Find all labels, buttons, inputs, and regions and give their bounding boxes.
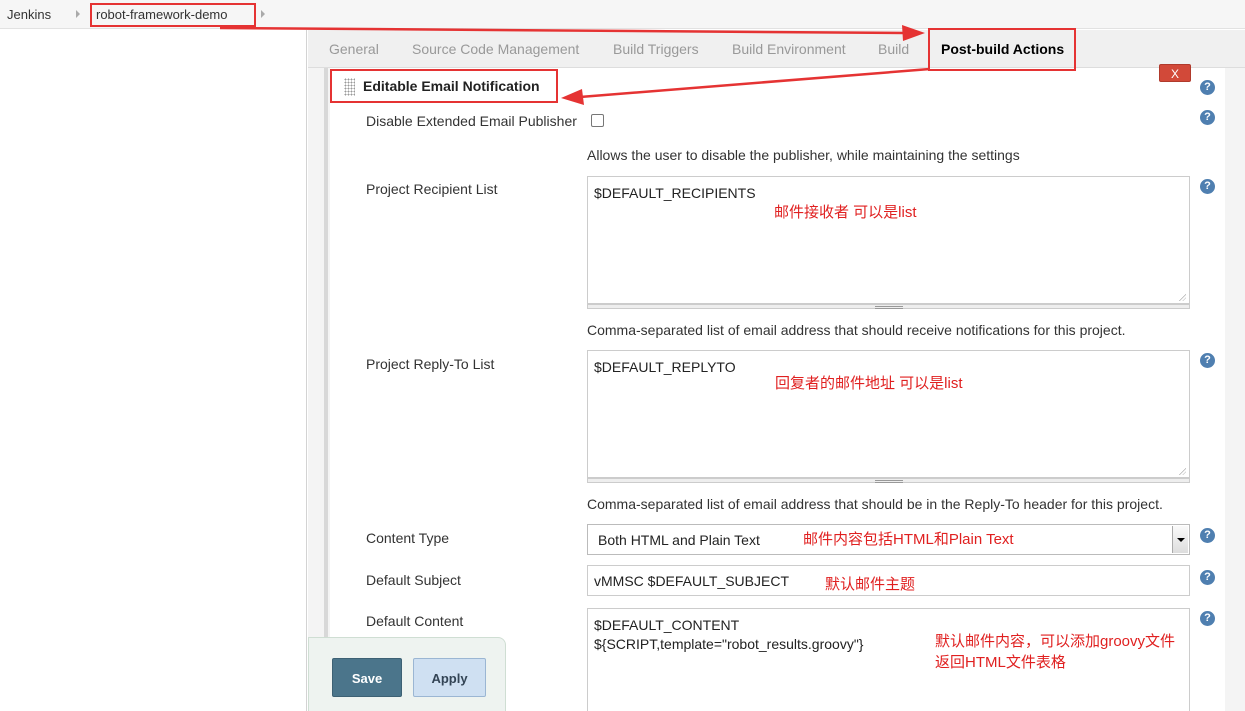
help-icon[interactable]: ? xyxy=(1200,110,1215,125)
disable-publisher-description: Allows the user to disable the publisher… xyxy=(587,147,1020,163)
breadcrumb-jenkins[interactable]: Jenkins xyxy=(7,7,51,22)
disable-publisher-checkbox[interactable] xyxy=(591,114,604,127)
annotation-content-line2: 返回HTML文件表格 xyxy=(935,654,1066,671)
apply-button[interactable]: Apply xyxy=(413,658,486,697)
textarea-resize-bar[interactable] xyxy=(587,478,1190,483)
reply-to-list-description: Comma-separated list of email address th… xyxy=(587,496,1163,512)
highlight-box-project xyxy=(90,3,256,27)
resize-grip-icon[interactable] xyxy=(1178,293,1186,301)
content-type-label: Content Type xyxy=(366,530,450,546)
annotation-content-type: 邮件内容包括HTML和Plain Text xyxy=(803,531,1014,548)
recipient-list-description: Comma-separated list of email address th… xyxy=(587,322,1126,338)
side-panel xyxy=(0,30,307,711)
reply-to-list-textarea[interactable]: $DEFAULT_REPLYTO xyxy=(587,350,1190,478)
highlight-box-section xyxy=(330,69,558,103)
chevron-right-icon xyxy=(261,10,265,18)
section-bar xyxy=(324,68,328,711)
tab-source-code-management[interactable]: Source Code Management xyxy=(412,41,579,57)
tab-build-triggers[interactable]: Build Triggers xyxy=(613,41,699,57)
highlight-box-post-build xyxy=(928,28,1076,71)
config-tabbar: General Source Code Management Build Tri… xyxy=(308,30,1245,68)
chevron-down-icon[interactable] xyxy=(1172,526,1188,553)
annotation-reply-to: 回复者的邮件地址 可以是list xyxy=(775,375,963,392)
help-icon[interactable]: ? xyxy=(1200,570,1215,585)
help-icon[interactable]: ? xyxy=(1200,528,1215,543)
textarea-resize-bar[interactable] xyxy=(587,304,1190,309)
tab-build[interactable]: Build xyxy=(878,41,909,57)
content-type-value: Both HTML and Plain Text xyxy=(598,532,760,548)
help-icon[interactable]: ? xyxy=(1200,611,1215,626)
help-icon[interactable]: ? xyxy=(1200,179,1215,194)
default-content-label: Default Content xyxy=(366,613,464,629)
disable-publisher-label: Disable Extended Email Publisher xyxy=(366,113,577,129)
default-content-textarea[interactable]: $DEFAULT_CONTENT ${SCRIPT,template="robo… xyxy=(587,608,1190,711)
tab-general[interactable]: General xyxy=(329,41,379,57)
save-button[interactable]: Save xyxy=(332,658,402,697)
annotation-recipient: 邮件接收者 可以是list xyxy=(774,204,917,221)
annotation-subject: 默认邮件主题 xyxy=(825,576,916,593)
reply-to-list-label: Project Reply-To List xyxy=(366,356,495,372)
chevron-right-icon xyxy=(76,10,80,18)
annotation-content-line1: 默认邮件内容，可以添加groovy文件 xyxy=(935,633,1176,650)
recipient-list-label: Project Recipient List xyxy=(366,181,498,197)
help-icon[interactable]: ? xyxy=(1200,80,1215,95)
delete-section-button[interactable]: X xyxy=(1159,64,1191,82)
resize-grip-icon[interactable] xyxy=(1178,467,1186,475)
tab-build-environment[interactable]: Build Environment xyxy=(732,41,846,57)
help-icon[interactable]: ? xyxy=(1200,353,1215,368)
recipient-list-textarea[interactable]: $DEFAULT_RECIPIENTS xyxy=(587,176,1190,304)
default-subject-label: Default Subject xyxy=(366,572,461,588)
